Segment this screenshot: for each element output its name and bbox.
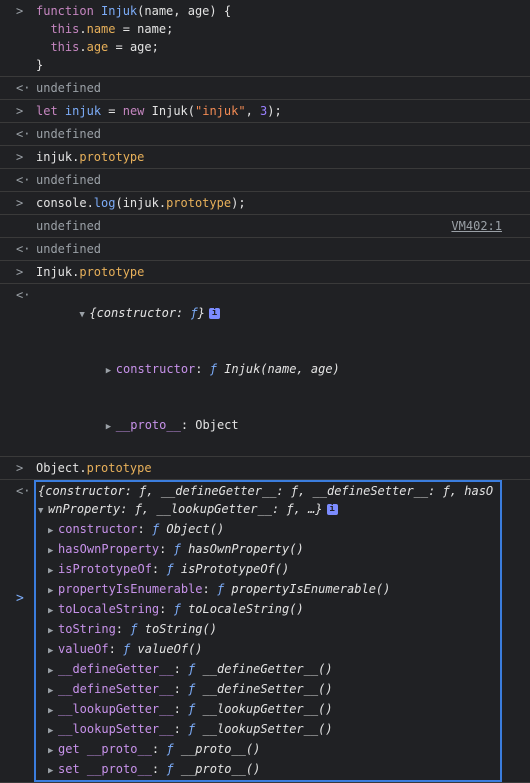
console-input-entry[interactable]: > let injuk = new Injuk("injuk", 3); bbox=[0, 100, 530, 123]
input-chevron-icon: > bbox=[16, 265, 24, 279]
console-input-entry[interactable]: > injuk.prototype bbox=[0, 146, 530, 169]
code-line: let injuk = new Injuk("injuk", 3); bbox=[36, 104, 282, 118]
result-arrow-icon: <· bbox=[16, 173, 31, 187]
collapsed-triangle-icon[interactable]: ▶ bbox=[48, 762, 58, 780]
info-icon[interactable]: i bbox=[326, 504, 338, 515]
code-line: console.log(injuk.prototype); bbox=[36, 196, 246, 210]
object-property-row[interactable]: ▶ constructor: ƒ Object() bbox=[48, 520, 500, 540]
object-summary[interactable]: ▼ {constructor: ƒ} i bbox=[36, 286, 522, 342]
object-property-row[interactable]: ▶ get __proto__: ƒ __proto__() bbox=[48, 740, 500, 760]
code-line: injuk.prototype bbox=[36, 150, 145, 164]
console-result-entry: <· undefined bbox=[0, 238, 530, 261]
object-property-row[interactable]: ▶ set __proto__: ƒ __proto__() bbox=[48, 760, 500, 780]
code-line: this.name = name; bbox=[50, 22, 174, 36]
result-arrow-icon: <· bbox=[16, 81, 31, 95]
collapsed-triangle-icon[interactable]: ▶ bbox=[106, 418, 116, 436]
object-property-row[interactable]: ▶ hasOwnProperty: ƒ hasOwnProperty() bbox=[48, 540, 500, 560]
console-result-entry: <· undefined bbox=[0, 169, 530, 192]
object-property-row[interactable]: ▶ __lookupGetter__: ƒ __lookupGetter__() bbox=[48, 700, 500, 720]
object-property-row[interactable]: ▶ __defineGetter__: ƒ __defineGetter__() bbox=[48, 660, 500, 680]
object-property-row[interactable]: ▶ constructor: ƒ Injuk(name, age) bbox=[48, 342, 522, 398]
console-prompt-icon[interactable]: > bbox=[16, 590, 24, 608]
console-input-entry[interactable]: > function Injuk(name, age) { this.name … bbox=[0, 0, 530, 77]
code-line: this.age = age; bbox=[50, 40, 159, 54]
console-log-entry: undefined VM402:1 bbox=[0, 215, 530, 238]
collapsed-triangle-icon[interactable]: ▶ bbox=[48, 582, 58, 600]
object-tree: ▶ constructor: ƒ Object() ▶ hasOwnProperty:… bbox=[36, 520, 500, 780]
result-value: undefined bbox=[36, 127, 102, 141]
object-property-row[interactable]: ▶ propertyIsEnumerable: ƒ propertyIsEnume… bbox=[48, 580, 500, 600]
selected-object[interactable]: {constructor: ƒ, __defineGetter__: ƒ, __… bbox=[34, 480, 502, 782]
collapsed-triangle-icon[interactable]: ▶ bbox=[48, 702, 58, 720]
collapsed-triangle-icon[interactable]: ▶ bbox=[48, 662, 58, 680]
result-arrow-icon: <· bbox=[16, 288, 31, 302]
code-line: } bbox=[36, 58, 44, 72]
object-property-row[interactable]: ▶ __lookupSetter__: ƒ __lookupSetter__() bbox=[48, 720, 500, 740]
input-chevron-icon: > bbox=[16, 104, 24, 118]
expanded-triangle-icon[interactable]: ▼ bbox=[38, 502, 48, 520]
collapsed-triangle-icon[interactable]: ▶ bbox=[48, 602, 58, 620]
code-line: function Injuk(name, age) { bbox=[36, 4, 232, 18]
collapsed-triangle-icon[interactable]: ▶ bbox=[48, 562, 58, 580]
collapsed-triangle-icon[interactable]: ▶ bbox=[48, 522, 58, 540]
collapsed-triangle-icon[interactable]: ▶ bbox=[48, 742, 58, 760]
expanded-triangle-icon[interactable]: ▼ bbox=[79, 306, 89, 324]
collapsed-triangle-icon[interactable]: ▶ bbox=[48, 642, 58, 660]
object-property-row[interactable]: ▶ __defineSetter__: ƒ __defineSetter__() bbox=[48, 680, 500, 700]
console-input-entry[interactable]: > Object.prototype bbox=[0, 457, 530, 480]
result-arrow-icon: <· bbox=[16, 242, 31, 256]
console-input-entry[interactable]: > console.log(injuk.prototype); bbox=[0, 192, 530, 215]
result-value: undefined bbox=[36, 242, 102, 256]
info-icon[interactable]: i bbox=[208, 308, 220, 319]
input-chevron-icon: > bbox=[16, 150, 24, 164]
object-property-row[interactable]: ▶ isPrototypeOf: ƒ isPrototypeOf() bbox=[48, 560, 500, 580]
result-value: undefined bbox=[36, 81, 102, 95]
devtools-console: > function Injuk(name, age) { this.name … bbox=[0, 0, 530, 783]
object-tree: ▶ constructor: ƒ Injuk(name, age) ▶ __prot… bbox=[36, 342, 522, 454]
console-input-entry[interactable]: > Injuk.prototype bbox=[0, 261, 530, 284]
object-result-entry: <· ▼ {constructor: ƒ} i ▶ constructor: ƒ In… bbox=[0, 284, 530, 457]
result-value: undefined bbox=[36, 173, 102, 187]
collapsed-triangle-icon[interactable]: ▶ bbox=[48, 542, 58, 560]
collapsed-triangle-icon[interactable]: ▶ bbox=[48, 622, 58, 640]
input-chevron-icon: > bbox=[16, 196, 24, 210]
source-link[interactable]: VM402:1 bbox=[451, 217, 502, 235]
object-summary[interactable]: {constructor: ƒ, __defineGetter__: ƒ, __… bbox=[36, 482, 500, 520]
console-result-entry: <· undefined bbox=[0, 123, 530, 146]
input-chevron-icon: > bbox=[16, 461, 24, 475]
code-line: Injuk.prototype bbox=[36, 265, 145, 279]
object-property-row[interactable]: ▶ __proto__: Object bbox=[48, 398, 522, 454]
collapsed-triangle-icon[interactable]: ▶ bbox=[48, 682, 58, 700]
object-property-row[interactable]: ▶ valueOf: ƒ valueOf() bbox=[48, 640, 500, 660]
object-property-row[interactable]: ▶ toString: ƒ toString() bbox=[48, 620, 500, 640]
log-value: undefined bbox=[36, 219, 102, 233]
input-chevron-icon: > bbox=[16, 4, 24, 18]
object-result-entry: <· {constructor: ƒ, __defineGetter__: ƒ,… bbox=[0, 480, 530, 783]
console-result-entry: <· undefined bbox=[0, 77, 530, 100]
code-line: Object.prototype bbox=[36, 461, 152, 475]
result-arrow-icon: <· bbox=[16, 127, 31, 141]
object-property-row[interactable]: ▶ toLocaleString: ƒ toLocaleString() bbox=[48, 600, 500, 620]
collapsed-triangle-icon[interactable]: ▶ bbox=[106, 362, 116, 380]
collapsed-triangle-icon[interactable]: ▶ bbox=[48, 722, 58, 740]
result-arrow-icon: <· bbox=[16, 484, 31, 498]
